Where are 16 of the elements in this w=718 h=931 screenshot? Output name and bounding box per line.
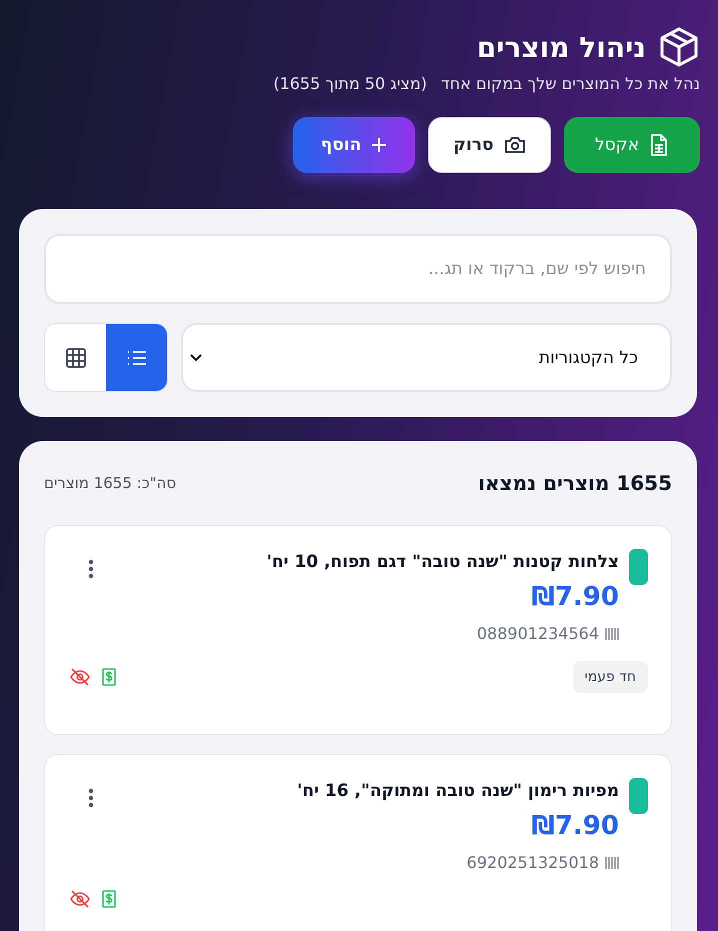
total-count: סה"כ: 1655 מוצרים bbox=[44, 474, 176, 492]
product-price: ₪7.90 bbox=[531, 582, 619, 612]
category-dropdown[interactable]: כל הקטגוריות bbox=[181, 323, 672, 392]
product-name: מפיות רימון "שנה טובה ומתוקה", 16 יח' bbox=[297, 781, 619, 801]
search-field[interactable]: חיפוש לפי שם, ברקוד או תג... bbox=[44, 234, 672, 304]
page-subtitle: נהל את כל המוצרים שלך במקום אחד bbox=[441, 74, 700, 93]
product-tag: חד פעמי bbox=[572, 661, 648, 693]
page-title: ניהול מוצרים bbox=[476, 30, 646, 64]
results-title: 1655 מוצרים נמצאו bbox=[478, 471, 672, 495]
scan-button[interactable]: סרוק bbox=[428, 117, 551, 173]
add-button[interactable]: הוסף bbox=[293, 117, 415, 173]
product-barcode: 088901234564 bbox=[476, 624, 599, 643]
product-price: ₪7.90 bbox=[531, 811, 619, 841]
product-name: צלחות קטנות "שנה טובה" דגם תפוח, 10 יח' bbox=[266, 552, 619, 572]
product-barcode: 6920251325018 bbox=[466, 853, 599, 872]
count-note: (מציג 50 מתוך 1655) bbox=[273, 74, 428, 93]
